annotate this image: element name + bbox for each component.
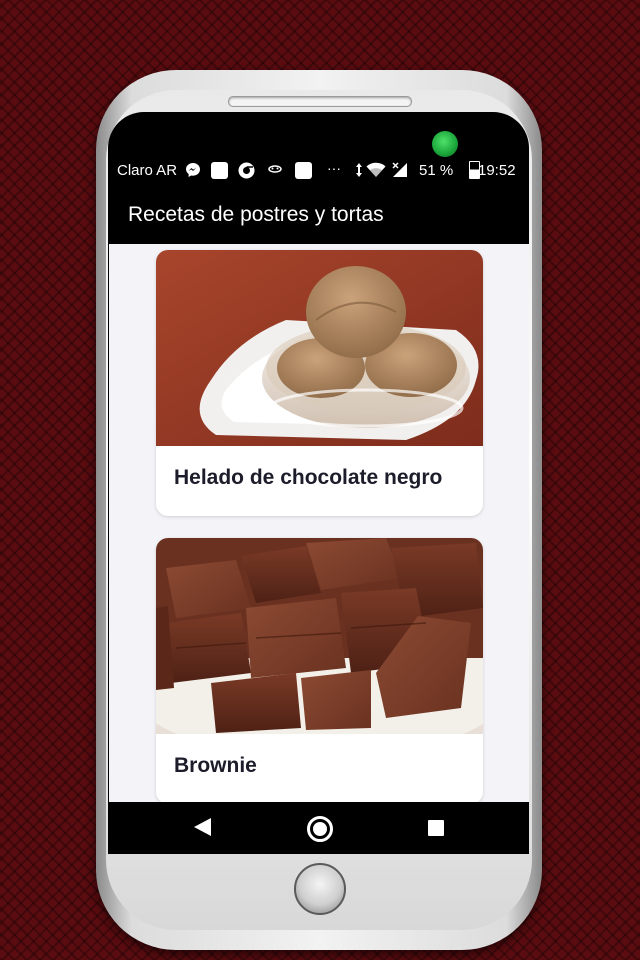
front-camera <box>432 131 458 157</box>
chocolate-ice-cream-photo <box>156 250 483 446</box>
notification-square-icon <box>211 162 228 179</box>
navigation-bar <box>109 802 529 854</box>
home-icon[interactable] <box>307 816 333 842</box>
recipe-card-brownie[interactable]: Brownie <box>156 538 483 802</box>
messenger-icon <box>185 162 201 181</box>
recents-icon[interactable] <box>428 820 444 836</box>
recipe-card-helado[interactable]: Helado de chocolate negro <box>156 250 483 516</box>
brownie-photo <box>156 538 483 734</box>
signal-icon <box>392 162 408 181</box>
overflow-notifications-icon: ··· <box>327 160 341 176</box>
notification-square-icon <box>295 162 312 179</box>
app-bar: Recetas de postres y tortas <box>109 184 529 244</box>
chrome-icon <box>238 162 255 182</box>
recipe-title: Helado de chocolate negro <box>174 466 443 489</box>
recipe-list[interactable]: Helado de chocolate negro Brownie <box>109 244 529 802</box>
status-bar: Claro AR ··· 51 % 19:52 <box>109 156 529 184</box>
clock: 19:52 <box>478 162 516 179</box>
hardware-home-button[interactable] <box>294 863 346 915</box>
carrier-label: Claro AR <box>117 162 178 179</box>
earpiece-speaker <box>228 96 412 107</box>
data-arrows-icon <box>355 162 363 181</box>
page-title: Recetas de postres y tortas <box>128 203 384 226</box>
face-icon <box>267 162 283 179</box>
battery-percent: 51 % <box>419 162 454 179</box>
back-icon[interactable] <box>191 816 213 838</box>
recipe-title: Brownie <box>174 754 257 777</box>
wifi-icon <box>366 162 386 181</box>
